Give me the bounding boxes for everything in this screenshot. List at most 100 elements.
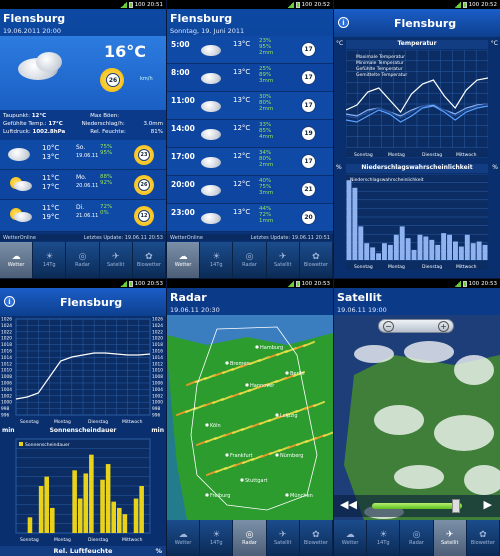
sunshine-chart: Sonnenscheindauer Sonntag Montag Dienstag Mi… (15, 438, 151, 543)
hour-time: 23:00 (171, 208, 195, 217)
y-tick-label: 1022 (152, 329, 163, 335)
tab-radar[interactable]: ◎ Radar (400, 520, 434, 556)
tab-biowetter[interactable]: ✿ Biowetter (467, 520, 500, 556)
tab-14tg[interactable]: ☀ 14Tg (33, 242, 67, 278)
status-bar: 100 20:53 (334, 279, 500, 288)
day-label: Dienstag (422, 264, 442, 270)
forecast-icon: ☀ (212, 251, 221, 262)
forecast-icon: ☀ (45, 251, 54, 262)
tab-satellit[interactable]: ✈ Satellit (267, 242, 300, 278)
y-tick-label: 1018 (152, 342, 163, 348)
y-tick-label: 996 (152, 413, 160, 419)
sunshine-bar (122, 514, 128, 533)
city-marker (205, 493, 209, 497)
info-icon[interactable]: i (338, 17, 349, 28)
precip-bar (382, 243, 387, 260)
info-icon[interactable]: i (4, 296, 15, 307)
day-label: Montag (388, 264, 405, 270)
precip-bar (464, 234, 470, 260)
sunshine-bar (44, 476, 49, 533)
sunshine-bar (83, 473, 89, 533)
play-button[interactable]: ▶ (484, 498, 492, 511)
forecast-day-row[interactable]: 11°C 19°C Di. 21.06.11 72% 0% 12 (0, 200, 166, 232)
weather-icon: ☁ (178, 529, 188, 540)
precip-bar (423, 236, 429, 260)
tab-14tg[interactable]: ☀ 14Tg (367, 520, 401, 556)
bio-icon: ✿ (145, 251, 153, 262)
tab-satellit[interactable]: ✈ Satellit (433, 520, 467, 556)
tab-14tg[interactable]: ☀ 14Tg (200, 242, 234, 278)
day-label: Mittwoch (456, 264, 477, 270)
hourly-row[interactable]: 11:00 13°C 30% 80% 2mm 17 (167, 92, 333, 120)
y-tick-label: 1012 (1, 361, 12, 367)
forecast-day-row[interactable]: 10°C 13°C So. 19.06.11 75% 95% 23 (0, 140, 166, 170)
city-label: Nürnberg (280, 453, 303, 459)
hourly-row[interactable]: 23:00 13°C 44% 72% 1mm 20 (167, 204, 333, 232)
panel-charts-pressure: 100 20:53 i Flensburg 1026 1026 1024 1024 102… (0, 279, 166, 556)
rewind-button[interactable]: ◀◀ (340, 498, 357, 511)
radar-map[interactable]: Hamburg Bremen Berlin Hannover Leipzig Köln Fr… (167, 315, 333, 520)
precip-bar (453, 241, 458, 260)
cloud-icon (201, 73, 221, 84)
precip-bar (358, 226, 364, 260)
satellite-title: Satellit (337, 291, 382, 304)
tab-14tg[interactable]: ☀ 14Tg (200, 520, 234, 556)
header: i Flensburg (0, 288, 166, 316)
y-tick-label: 998 (1, 406, 9, 412)
hourly-row[interactable]: 8:00 13°C 25% 89% 3mm 17 (167, 64, 333, 92)
city-label: München (290, 493, 313, 499)
tab-biowetter[interactable]: ✿ Biowetter (300, 242, 333, 278)
precip-unit-left: % (336, 164, 342, 171)
tab-biowetter[interactable]: ✿ Biowetter (300, 520, 333, 556)
city-label: Bremen (230, 361, 250, 367)
zoom-out-button[interactable]: − (383, 321, 394, 332)
hour-time: 8:00 (171, 68, 190, 77)
y-tick-label: 1014 (152, 355, 163, 361)
tab-radar[interactable]: ◎ Radar (233, 242, 267, 278)
legend-entry: Minimale Temperatur (356, 60, 404, 66)
hour-time: 20:00 (171, 180, 195, 189)
y-tick-label: 998 (152, 406, 160, 412)
playback-bar: ◀◀ ▶ (334, 495, 500, 517)
sunshine-bar (50, 507, 55, 533)
hourly-row[interactable]: 14:00 12°C 33% 85% 4mm 19 (167, 120, 333, 148)
tab-wetter[interactable]: ☁ Wetter (0, 242, 34, 278)
radar-icon: ◎ (78, 251, 87, 262)
tab-radar[interactable]: ◎ Radar (233, 520, 267, 556)
slider-handle[interactable] (452, 499, 460, 513)
tab-wetter[interactable]: ☁ Wetter (167, 242, 201, 278)
hourly-row[interactable]: 17:00 12°C 34% 80% 2mm 17 (167, 148, 333, 176)
satellite-map[interactable] (334, 315, 500, 520)
cloud-formation (354, 345, 394, 363)
zoom-in-button[interactable]: + (438, 321, 449, 332)
sunshine-bar (38, 486, 44, 533)
hourly-row[interactable]: 5:00 13°C 23% 95% 2mm 17 (167, 36, 333, 64)
cloud-icon-small (36, 52, 62, 72)
day-label: Dienstag (422, 152, 442, 158)
tab-biowetter[interactable]: ✿ Biowetter (133, 242, 166, 278)
precip-bar (476, 241, 482, 260)
tab-satellit[interactable]: ✈ Satellit (267, 520, 300, 556)
tab-wetter[interactable]: ☁ Wetter (167, 520, 201, 556)
legend-entry: Gemittelte Temperatur (356, 72, 407, 78)
sunshine-bar (111, 501, 116, 533)
legend-entry: Maximale Temperatur (356, 54, 405, 60)
cloud-icon (14, 181, 32, 191)
tab-radar[interactable]: ◎ Radar (66, 242, 100, 278)
forecast-day-row[interactable]: 11°C 17°C Mo. 20.06.11 88% 92% 26 (0, 170, 166, 200)
cloud-icon (201, 129, 221, 140)
cloud-formation (404, 341, 454, 363)
timeline-slider[interactable] (372, 503, 462, 509)
precip-bar (346, 180, 352, 260)
y-tick-label: 1004 (152, 387, 163, 393)
tab-bar: ☁ Wetter ☀ 14Tg ◎ Radar ✈ Satellit ✿ Biowette… (0, 242, 166, 278)
precip-bar (447, 234, 452, 260)
hourly-row[interactable]: 20:00 12°C 40% 75% 3mm 21 (167, 176, 333, 204)
precip-bar (429, 239, 435, 260)
city-marker (225, 361, 229, 365)
legend-entry: Sonnenscheindauer (25, 442, 70, 448)
tab-wetter[interactable]: ☁ Wetter (334, 520, 368, 556)
precip-bar (458, 246, 464, 260)
tab-satellit[interactable]: ✈ Satellit (100, 242, 133, 278)
panel-hourly: 100 20:52 Flensburg Sonntag, 19. Juni 201… (167, 0, 333, 278)
